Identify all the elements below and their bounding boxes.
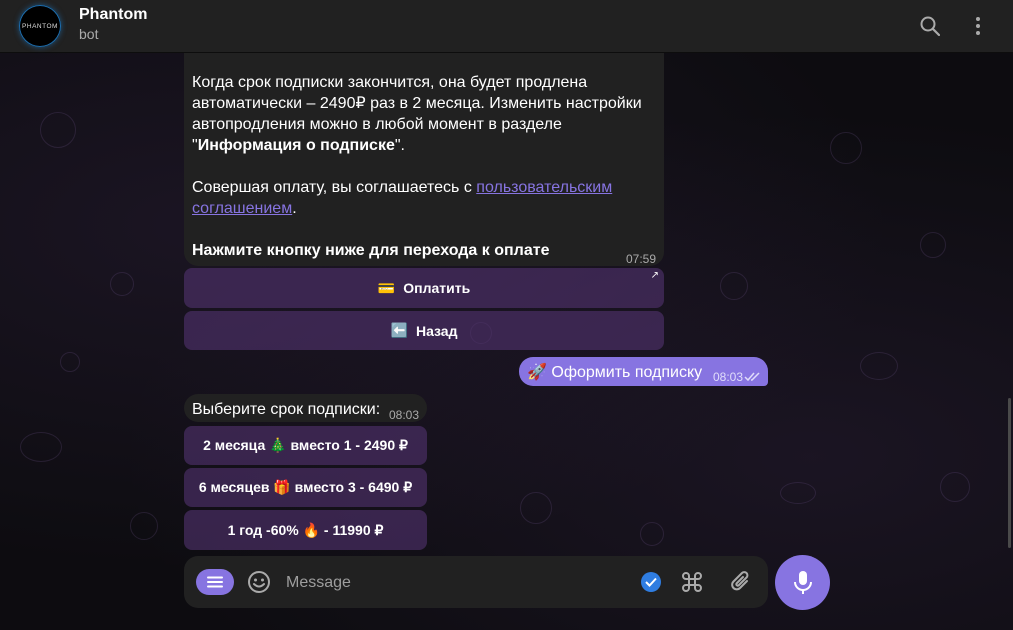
message-time: 08:03 bbox=[713, 370, 744, 384]
outgoing-text: 🚀 Оформить подписку bbox=[527, 364, 703, 381]
message-paragraph: Нажмите кнопку ниже для перехода к оплат… bbox=[192, 242, 550, 259]
option-1-year-button[interactable]: 1 год -60% 🔥 - 11990 ₽ bbox=[184, 510, 427, 550]
message-composer bbox=[184, 556, 768, 608]
message-paragraph: Когда срок подписки закончится, она буде… bbox=[192, 74, 642, 154]
message-time: 07:59 bbox=[626, 252, 657, 266]
option-label: 2 месяца 🎄 вместо 1 - 2490 ₽ bbox=[203, 437, 408, 453]
command-icon[interactable] bbox=[680, 570, 704, 599]
message-text: Выберите срок подписки: bbox=[192, 401, 381, 418]
more-vertical-icon[interactable] bbox=[964, 12, 992, 40]
card-emoji: 💳 bbox=[377, 279, 396, 296]
check-circle-icon[interactable] bbox=[640, 571, 662, 598]
message-input[interactable] bbox=[284, 570, 628, 596]
pay-button[interactable]: 💳 Оплатить ↗ bbox=[184, 268, 664, 308]
chat-title[interactable]: Phantom bbox=[79, 6, 147, 24]
double-check-icon bbox=[744, 369, 762, 387]
bot-avatar[interactable]: PHANTOM bbox=[19, 5, 61, 47]
subscription-info-bold: Информация о подписке bbox=[197, 137, 395, 154]
option-2-months-button[interactable]: 2 месяца 🎄 вместо 1 - 2490 ₽ bbox=[184, 426, 427, 465]
outgoing-message: 🚀 Оформить подписку 08:03 bbox=[519, 357, 768, 386]
message-time: 08:03 bbox=[389, 408, 420, 422]
message-paragraph: Совершая оплату, вы соглашаетесь с польз… bbox=[192, 179, 613, 217]
back-button[interactable]: ⬅️ Назад bbox=[184, 311, 664, 350]
attach-icon[interactable] bbox=[730, 570, 752, 599]
microphone-icon[interactable] bbox=[775, 555, 830, 610]
incoming-message: Когда срок подписки закончится, она буде… bbox=[184, 52, 664, 266]
option-label: 1 год -60% 🔥 - 11990 ₽ bbox=[227, 521, 384, 538]
chat-scrollbar[interactable] bbox=[1008, 398, 1011, 548]
back-arrow-emoji: ⬅️ bbox=[390, 322, 408, 338]
incoming-message: Выберите срок подписки: 08:03 bbox=[184, 394, 427, 422]
option-6-months-button[interactable]: 6 месяцев 🎁 вместо 3 - 6490 ₽ bbox=[184, 468, 427, 507]
menu-icon[interactable] bbox=[196, 569, 234, 595]
external-link-icon: ↗ bbox=[650, 270, 659, 281]
emoji-icon[interactable] bbox=[247, 570, 271, 599]
chat-status: bot bbox=[79, 26, 99, 42]
search-icon[interactable] bbox=[916, 12, 944, 40]
pay-label: Оплатить bbox=[403, 280, 471, 296]
chat-header: PHANTOM Phantom bot bbox=[0, 0, 1013, 53]
back-label: Назад bbox=[415, 322, 458, 339]
option-label: 6 месяцев 🎁 вместо 3 - 6490 ₽ bbox=[198, 479, 413, 495]
